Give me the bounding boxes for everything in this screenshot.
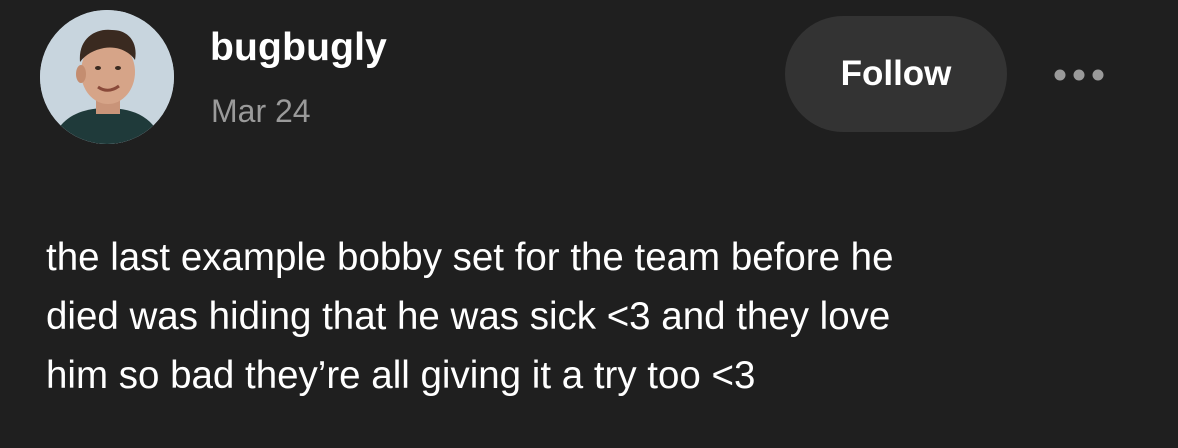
- more-options-button[interactable]: [1045, 56, 1113, 94]
- follow-button[interactable]: Follow: [785, 16, 1007, 132]
- more-horizontal-icon: [1054, 69, 1104, 81]
- post-card: bugbugly Mar 24 Follow the last example …: [0, 0, 1178, 448]
- follow-button-label: Follow: [840, 54, 952, 93]
- post-date: Mar 24: [211, 93, 311, 129]
- username[interactable]: bugbugly: [210, 26, 387, 70]
- avatar-photo: [40, 10, 174, 144]
- post-body-text: the last example bobby set for the team …: [46, 236, 894, 397]
- avatar[interactable]: [40, 10, 174, 144]
